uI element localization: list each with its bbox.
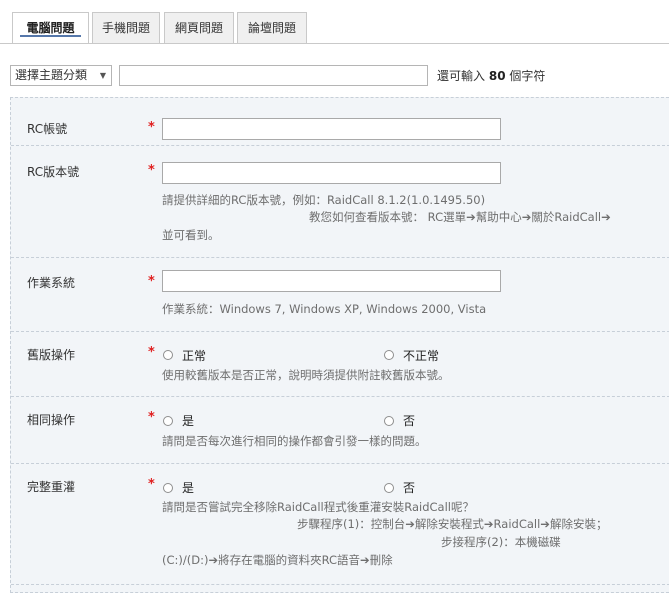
remaining-chars: 還可輸入 80 個字符: [437, 67, 545, 84]
same-operation-no-radio[interactable]: [384, 416, 394, 426]
rc-version-howto: 教您如何查看版本號： RC選單➔幫助中心➔關於RaidCall➔: [309, 210, 611, 224]
required-mark: *: [148, 410, 155, 425]
same-operation-yes-label: 是: [182, 414, 195, 428]
os-row: 作業系統 * 作業系統：Windows 7, Windows XP, Windo…: [11, 258, 669, 332]
old-version-hint: 使用較舊版本是否正常，說明時須提供附註較舊版本號。: [162, 368, 450, 382]
full-reinstall-yes-radio[interactable]: [163, 483, 173, 493]
rc-version-field[interactable]: [162, 162, 501, 184]
rc-account-field[interactable]: [162, 118, 501, 140]
full-reinstall-hint: 請問是否嘗試完全移除RaidCall程式後重灌安裝RaidCall呢？: [162, 500, 474, 514]
required-mark: *: [148, 477, 155, 492]
full-reinstall-step2: 步接程序(2)：本機磁碟: [441, 535, 561, 549]
tab-forum[interactable]: 論壇問題: [237, 12, 307, 43]
os-label: 作業系統: [27, 276, 76, 290]
remaining-suffix: 個字符: [509, 69, 546, 83]
required-mark: *: [148, 345, 155, 360]
required-mark: *: [148, 274, 155, 289]
same-operation-label: 相同操作: [27, 413, 76, 427]
full-reinstall-step1: 步驟程序(1)：控制台➔解除安裝程式➔RaidCall➔解除安裝；: [297, 517, 608, 531]
os-hint: 作業系統：Windows 7, Windows XP, Windows 2000…: [162, 302, 487, 316]
same-operation-yes-radio[interactable]: [163, 416, 173, 426]
old-version-abnormal-label: 不正常: [403, 349, 440, 363]
same-operation-row: 相同操作 * 是 否 請問是否每次進行相同的操作都會引發一樣的問題。: [11, 397, 669, 464]
question-form: RC帳號 * RC版本號 * 請提供詳細的RC版本號，例如：RaidCall 8…: [10, 97, 669, 593]
subject-input[interactable]: [119, 65, 428, 86]
remaining-count: 80: [488, 69, 506, 83]
topic-category-value: 選擇主題分類: [15, 68, 88, 82]
full-reinstall-label: 完整重灌: [27, 480, 76, 494]
rc-version-label: RC版本號: [27, 165, 80, 179]
rc-version-howto-end: 並可看到。: [162, 228, 220, 242]
same-operation-hint: 請問是否每次進行相同的操作都會引發一樣的問題。: [162, 434, 427, 448]
old-version-label: 舊版操作: [27, 348, 76, 362]
full-reinstall-yes-label: 是: [182, 481, 195, 495]
full-reinstall-no-label: 否: [403, 481, 416, 495]
rc-account-label: RC帳號: [27, 122, 68, 136]
tab-mobile[interactable]: 手機問題: [92, 12, 160, 43]
tab-web[interactable]: 網頁問題: [164, 12, 234, 43]
topic-category-select[interactable]: 選擇主題分類 ▼: [10, 65, 112, 86]
old-version-normal-label: 正常: [182, 349, 207, 363]
old-version-row: 舊版操作 * 正常 不正常 使用較舊版本是否正常，說明時須提供附註較舊版本號。: [11, 332, 669, 397]
tab-divider: [0, 43, 669, 44]
full-reinstall-no-radio[interactable]: [384, 483, 394, 493]
full-reinstall-step2-path: (C:)/(D:)➔將存在電腦的資料夾RC語音➔刪除: [162, 553, 393, 567]
os-field[interactable]: [162, 270, 501, 292]
old-version-normal-radio[interactable]: [163, 350, 173, 360]
chevron-down-icon: ▼: [99, 71, 106, 80]
full-reinstall-row: 完整重灌 * 是 否 請問是否嘗試完全移除RaidCall程式後重灌安裝Raid…: [11, 464, 669, 585]
required-mark: *: [148, 120, 155, 135]
rc-account-row: RC帳號 *: [11, 98, 669, 146]
rc-version-hint: 請提供詳細的RC版本號，例如：RaidCall 8.1.2(1.0.1495.5…: [162, 193, 486, 207]
category-tabs: 電腦問題 手機問題 網頁問題 論壇問題: [0, 0, 669, 44]
same-operation-no-label: 否: [403, 414, 416, 428]
remaining-prefix: 還可輸入: [437, 69, 486, 83]
rc-version-row: RC版本號 * 請提供詳細的RC版本號，例如：RaidCall 8.1.2(1.…: [11, 146, 669, 258]
old-version-abnormal-radio[interactable]: [384, 350, 394, 360]
tab-computer[interactable]: 電腦問題: [12, 12, 89, 44]
required-mark: *: [148, 163, 155, 178]
